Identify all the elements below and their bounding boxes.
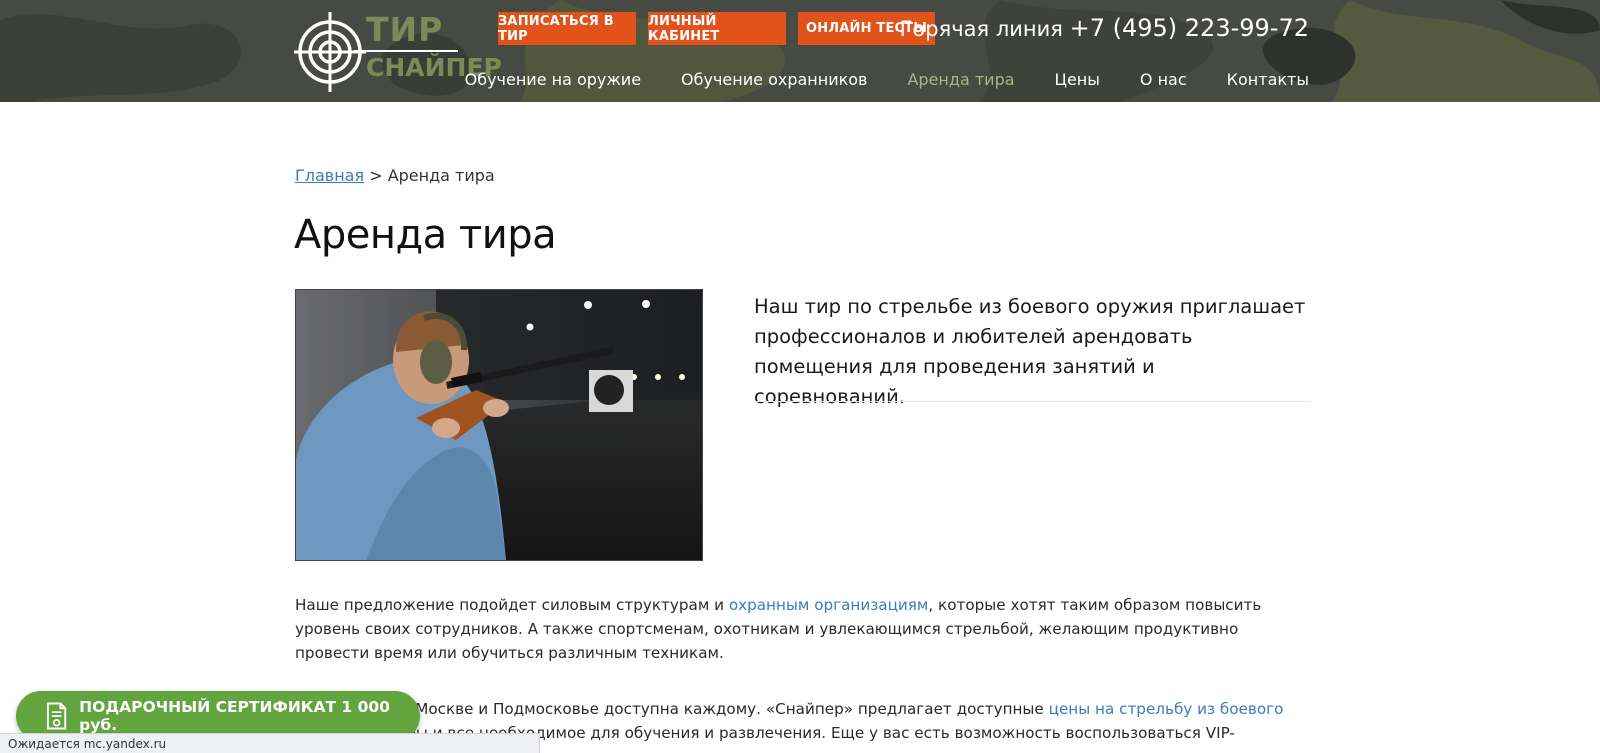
crosshair-logo-icon bbox=[294, 12, 366, 92]
paragraph-1: Наше предложение подойдет силовым структ… bbox=[295, 593, 1310, 665]
shooter-image bbox=[296, 290, 702, 560]
breadcrumb: Главная > Аренда тира bbox=[295, 166, 495, 185]
account-button[interactable]: ЛИЧНЫЙ КАБИНЕТ bbox=[648, 12, 786, 45]
gift-certificate-label: ПОДАРОЧНЫЙ СЕРТИФИКАТ 1 000 руб. bbox=[79, 698, 390, 734]
hotline: Горячая линия +7 (495) 223-99-72 bbox=[900, 14, 1309, 42]
page-title: Аренда тира bbox=[294, 212, 557, 258]
logo-divider bbox=[354, 50, 458, 52]
status-bar-text: Ожидается mc.yandex.ru bbox=[8, 736, 167, 751]
nav-item-prices[interactable]: Цены bbox=[1055, 70, 1100, 89]
logo-text-1: ТИР bbox=[366, 10, 444, 49]
site-header: ТИР СНАЙПЕР ЗАПИСАТЬСЯ В ТИР ЛИЧНЫЙ КАБИ… bbox=[0, 0, 1600, 102]
paragraph-1-text-before: Наше предложение подойдет силовым структ… bbox=[295, 596, 729, 614]
signup-button[interactable]: ЗАПИСАТЬСЯ В ТИР bbox=[498, 12, 636, 45]
nav-item-contacts[interactable]: Контакты bbox=[1227, 70, 1309, 89]
nav-item-about[interactable]: О нас bbox=[1140, 70, 1187, 89]
hotline-phone-link[interactable]: +7 (495) 223-99-72 bbox=[1070, 14, 1309, 42]
shooting-range-photo bbox=[295, 289, 703, 561]
hotline-label: Горячая линия bbox=[899, 17, 1063, 41]
nav-item-guard-training[interactable]: Обучение охранников bbox=[681, 70, 867, 89]
breadcrumb-home-link[interactable]: Главная bbox=[295, 166, 364, 185]
breadcrumb-separator: > bbox=[364, 166, 388, 185]
main-nav: Обучение на оружие Обучение охранников А… bbox=[425, 70, 1309, 89]
lead-text: Наш тир по стрельбе из боевого оружия пр… bbox=[754, 295, 1306, 408]
breadcrumb-current: Аренда тира bbox=[387, 166, 495, 185]
browser-status-bar: Ожидается mc.yandex.ru bbox=[0, 733, 540, 753]
certificate-icon bbox=[46, 702, 67, 730]
nav-item-range-rental[interactable]: Аренда тира bbox=[907, 70, 1014, 89]
lead-divider bbox=[754, 401, 1310, 402]
nav-item-weapon-training[interactable]: Обучение на оружие bbox=[465, 70, 641, 89]
security-orgs-link[interactable]: охранным организациям bbox=[729, 596, 929, 614]
